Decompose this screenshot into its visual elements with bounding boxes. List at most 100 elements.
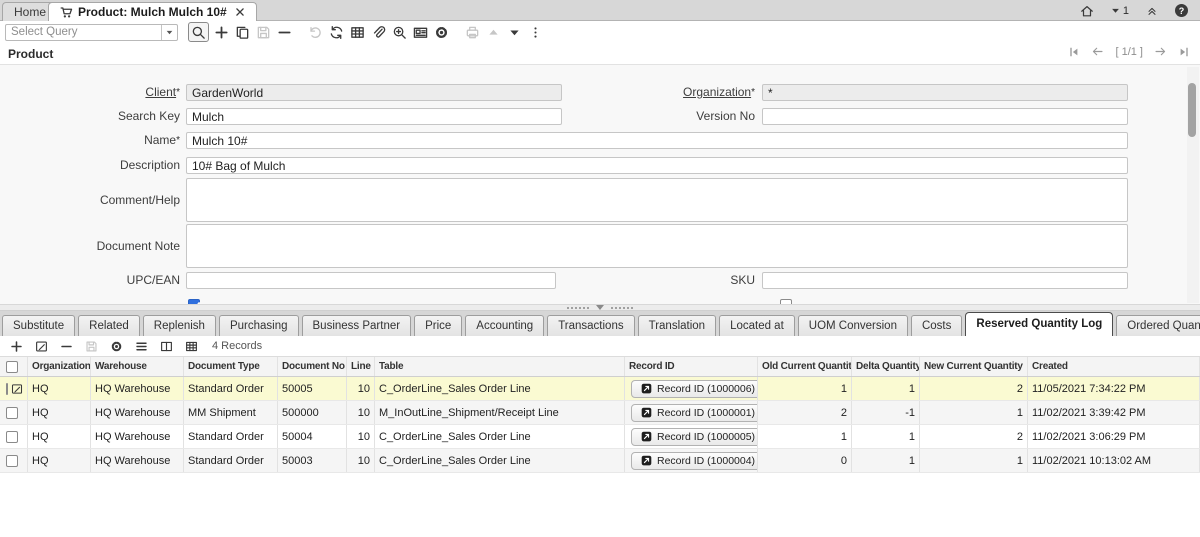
table-row[interactable]: HQ HQ Warehouse Standard Order 50004 10 …	[0, 425, 1200, 449]
close-tab-icon[interactable]	[235, 7, 245, 17]
title-row: Product [ 1/1 ]	[0, 43, 1200, 64]
select-all-checkbox[interactable]	[6, 361, 18, 373]
tab-located-at[interactable]: Located at	[719, 315, 795, 336]
detail-quick-form-icon[interactable]	[133, 338, 149, 354]
col-table[interactable]: Table	[375, 357, 625, 376]
splitter-grip-left	[566, 306, 590, 310]
upc-ean-field[interactable]	[186, 272, 556, 289]
previous-record-icon[interactable]	[1091, 45, 1104, 58]
description-field[interactable]	[186, 157, 1128, 174]
detail-split-panel-icon[interactable]	[158, 338, 174, 354]
col-line[interactable]: Line	[347, 357, 375, 376]
attachment-button[interactable]	[368, 22, 389, 42]
col-document-no[interactable]: Document No	[278, 357, 347, 376]
col-created[interactable]: Created	[1028, 357, 1200, 376]
version-no-field[interactable]	[762, 108, 1128, 125]
col-delta-quantity[interactable]: Delta Quantity	[852, 357, 920, 376]
cell-document-no: 50003	[278, 449, 347, 472]
col-warehouse[interactable]: Warehouse	[91, 357, 184, 376]
record-id-button[interactable]: Record ID (1000005)	[631, 428, 758, 446]
select-query-combobox[interactable]: Select Query	[5, 24, 178, 41]
find-record-button[interactable]	[188, 22, 209, 42]
tab-translation[interactable]: Translation	[638, 315, 716, 336]
delete-record-button[interactable]	[274, 22, 295, 42]
cell-created: 11/05/2021 7:34:22 PM	[1028, 377, 1200, 400]
table-row[interactable]: HQ HQ Warehouse Standard Order 50005 10 …	[0, 377, 1200, 401]
detail-delete-button[interactable]	[58, 338, 74, 354]
cell-organization: HQ	[28, 425, 91, 448]
col-organization[interactable]: Organization	[28, 357, 91, 376]
process-gear-button[interactable]	[431, 22, 452, 42]
organization-field[interactable]	[762, 84, 1128, 101]
tab-related[interactable]: Related	[78, 315, 140, 336]
collapse-header-icon[interactable]	[1146, 5, 1158, 17]
detail-process-gear-button[interactable]	[108, 338, 124, 354]
more-options-kebab-icon[interactable]	[525, 22, 546, 42]
cell-organization: HQ	[28, 401, 91, 424]
search-key-field[interactable]	[186, 108, 562, 125]
copy-record-button[interactable]	[232, 22, 253, 42]
table-row[interactable]: HQ HQ Warehouse MM Shipment 500000 10 M_…	[0, 401, 1200, 425]
header-select-all[interactable]	[0, 357, 28, 376]
record-id-button[interactable]: Record ID (1000001)	[631, 404, 758, 422]
tab-product[interactable]: Product: Mulch Mulch 10#	[48, 2, 257, 21]
col-document-type[interactable]: Document Type	[184, 357, 278, 376]
panel-splitter[interactable]	[0, 304, 1200, 311]
cell-created: 11/02/2021 3:39:42 PM	[1028, 401, 1200, 424]
record-id-button[interactable]: Record ID (1000006)	[631, 380, 758, 398]
organization-label[interactable]: Organization*	[555, 84, 755, 101]
tab-ordered-quantity-log[interactable]: Ordered Quantity Log	[1116, 315, 1200, 336]
comment-help-field[interactable]	[186, 178, 1128, 222]
tab-purchasing[interactable]: Purchasing	[219, 315, 299, 336]
document-note-field[interactable]	[186, 224, 1128, 268]
tab-reserved-quantity-log[interactable]: Reserved Quantity Log	[965, 312, 1113, 336]
tab-costs[interactable]: Costs	[911, 315, 962, 336]
tab-replenish[interactable]: Replenish	[143, 315, 216, 336]
tab-business-partner[interactable]: Business Partner	[302, 315, 412, 336]
row-select-checkbox[interactable]	[6, 407, 18, 419]
tab-uom-conversion[interactable]: UOM Conversion	[798, 315, 908, 336]
version-no-label: Version No	[555, 108, 755, 125]
scroll-up-button	[483, 22, 504, 42]
table-row[interactable]: HQ HQ Warehouse Standard Order 50003 10 …	[0, 449, 1200, 473]
scroll-down-button[interactable]	[504, 22, 525, 42]
refresh-button[interactable]	[326, 22, 347, 42]
tab-substitute[interactable]: Substitute	[2, 315, 75, 336]
record-info-button[interactable]	[410, 22, 431, 42]
tab-accounting[interactable]: Accounting	[465, 315, 544, 336]
select-query-dropdown-icon[interactable]	[161, 25, 177, 40]
col-record-id[interactable]: Record ID	[625, 357, 758, 376]
tab-transactions[interactable]: Transactions	[547, 315, 634, 336]
detail-edit-button[interactable]	[33, 338, 49, 354]
form-scrollbar-track[interactable]	[1187, 67, 1199, 303]
help-icon[interactable]: ?	[1175, 4, 1188, 17]
col-old-current-quantity[interactable]: Old Current Quantity	[758, 357, 852, 376]
detail-new-button[interactable]	[8, 338, 24, 354]
sku-field[interactable]	[762, 272, 1128, 289]
home-icon[interactable]	[1080, 4, 1094, 18]
record-zoom-icon	[641, 407, 652, 418]
record-id-button[interactable]: Record ID (1000004)	[631, 452, 758, 470]
form-scrollbar-thumb[interactable]	[1188, 83, 1196, 137]
grid-toggle-button[interactable]	[347, 22, 368, 42]
cell-line: 10	[347, 425, 375, 448]
cell-delta-qty: -1	[852, 401, 920, 424]
detail-grid-view-icon[interactable]	[183, 338, 199, 354]
last-record-icon[interactable]	[1178, 46, 1190, 58]
first-record-icon[interactable]	[1068, 46, 1080, 58]
select-query-value[interactable]: Select Query	[6, 26, 161, 38]
next-record-icon[interactable]	[1154, 45, 1167, 58]
row-select-checkbox[interactable]	[6, 455, 18, 467]
row-select-checkbox[interactable]	[6, 383, 8, 395]
edit-row-icon[interactable]	[11, 383, 23, 395]
client-field[interactable]	[186, 84, 562, 101]
tab-price[interactable]: Price	[414, 315, 462, 336]
splitter-collapse-icon[interactable]	[596, 305, 604, 310]
col-new-current-quantity[interactable]: New Current Quantity	[920, 357, 1028, 376]
name-field[interactable]	[186, 132, 1128, 149]
row-select-checkbox[interactable]	[6, 431, 18, 443]
zoom-button[interactable]	[389, 22, 410, 42]
new-record-button[interactable]	[211, 22, 232, 42]
client-label[interactable]: Client*	[0, 84, 180, 101]
window-selector[interactable]: 1	[1111, 5, 1129, 17]
